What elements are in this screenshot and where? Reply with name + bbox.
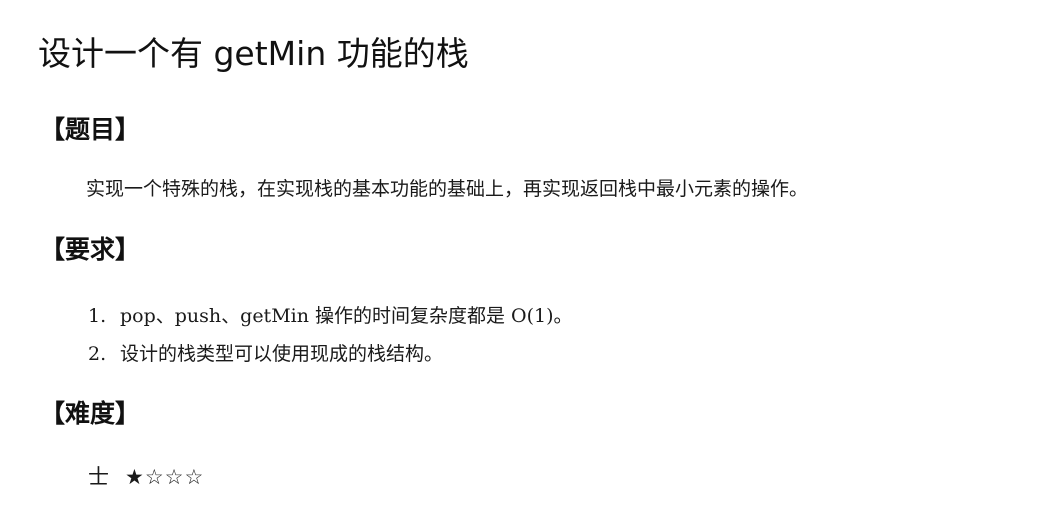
requirement-text: 设计的栈类型可以使用现成的栈结构。 — [120, 343, 444, 365]
problem-text: 实现一个特殊的栈，在实现栈的基本功能的基础上，再实现返回栈中最小元素的操作。 — [86, 178, 809, 200]
page-title: 设计一个有 getMin 功能的栈 — [38, 34, 469, 73]
star-rating-icon: ★☆☆☆ — [125, 465, 205, 489]
requirement-number: 1. — [88, 305, 107, 327]
requirement-item-2: 2. 设计的栈类型可以使用现成的栈结构。 — [88, 339, 443, 369]
difficulty-rating: 士 ★☆☆☆ — [88, 462, 204, 492]
requirement-number: 2. — [88, 343, 107, 365]
difficulty-level: 士 — [88, 465, 109, 489]
requirement-text: pop、push、getMin 操作的时间复杂度都是 O(1)。 — [120, 305, 573, 327]
problem-heading: 【题目】 — [40, 115, 141, 144]
requirements-heading: 【要求】 — [40, 235, 141, 264]
requirement-item-1: 1. pop、push、getMin 操作的时间复杂度都是 O(1)。 — [88, 301, 573, 331]
difficulty-heading: 【难度】 — [40, 399, 141, 428]
